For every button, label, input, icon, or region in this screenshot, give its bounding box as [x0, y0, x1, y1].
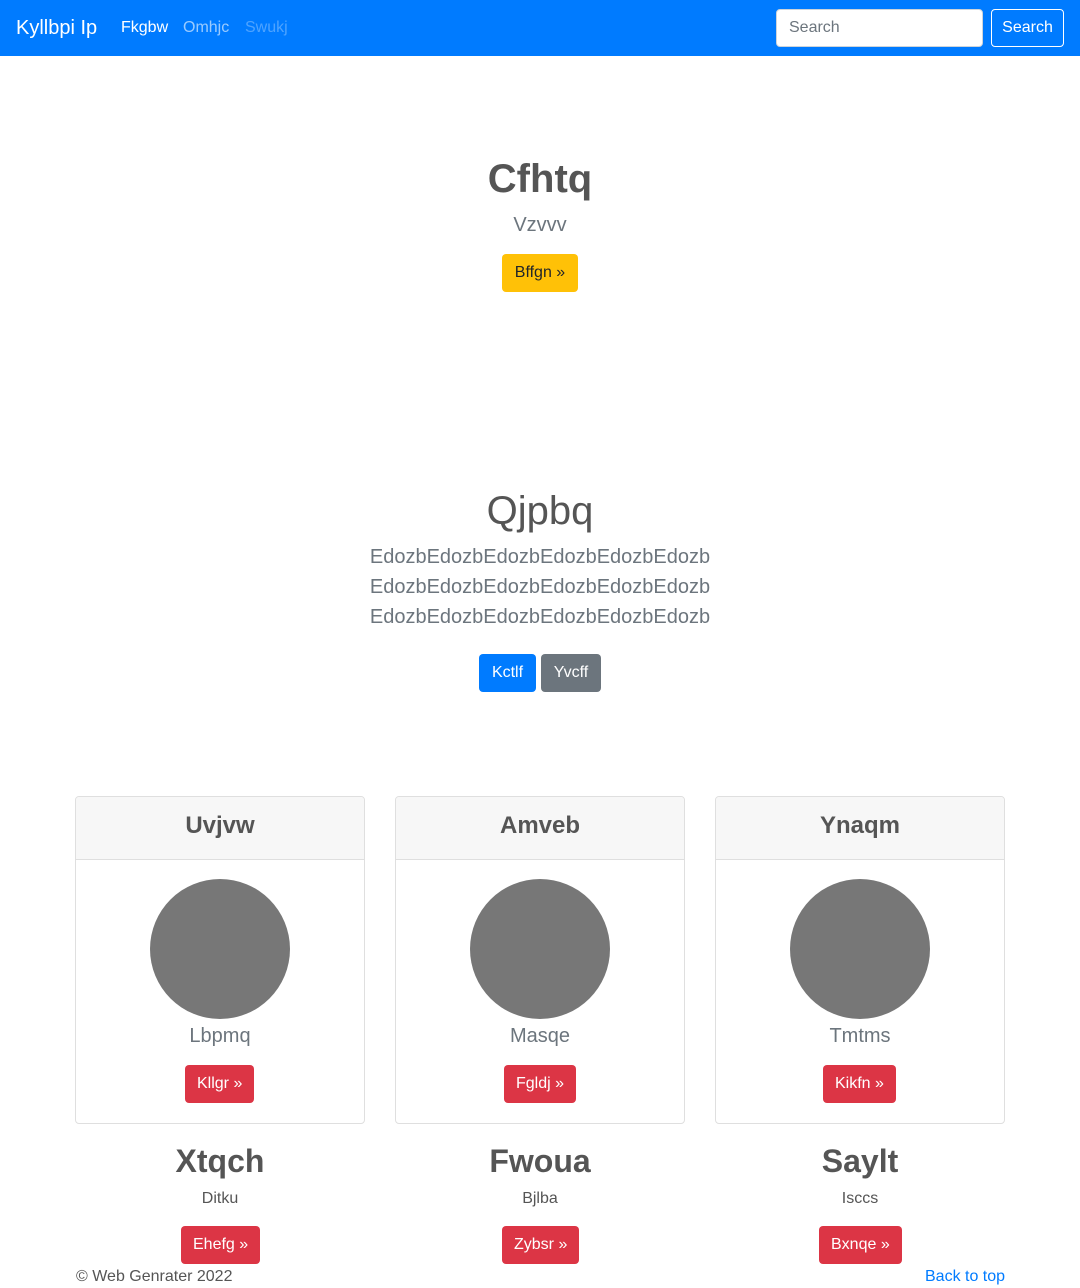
column-title: Xtqch	[175, 1143, 265, 1179]
primary-button[interactable]: Kctlf	[479, 654, 536, 692]
card-text: Masqe	[509, 1025, 571, 1047]
card-header: Ynaqm	[716, 797, 1004, 860]
avatar	[470, 879, 610, 1019]
card-uvjvw: Uvjvw Lbpmq Kllgr »	[75, 796, 365, 1124]
card-button[interactable]: Fgldj »	[504, 1065, 577, 1103]
card-header: Amveb	[396, 797, 684, 860]
nav-link-omhjc[interactable]: Omhjc	[183, 17, 229, 39]
avatar	[150, 879, 290, 1019]
card-ynaqm: Ynaqm Tmtms Kikfn »	[715, 796, 1005, 1124]
nav-link-swukj[interactable]: Swukj	[245, 17, 288, 39]
hero-button[interactable]: Bffgn »	[502, 254, 578, 292]
avatar	[790, 879, 930, 1019]
back-to-top-link[interactable]: Back to top	[925, 1267, 1005, 1287]
card-button[interactable]: Kikfn »	[823, 1065, 896, 1103]
card-button[interactable]: Kllgr »	[185, 1065, 255, 1103]
card-header: Uvjvw	[76, 797, 364, 860]
secondary-button[interactable]: Yvcff	[541, 654, 601, 692]
card-amveb: Amveb Masqe Fgldj »	[395, 796, 685, 1124]
hero-title: Cfhtq	[487, 157, 593, 201]
nav-link-fkgbw[interactable]: Fkgbw	[121, 17, 168, 39]
section2-line: EdozbEdozbEdozbEdozbEdozbEdozb	[369, 546, 711, 568]
column-fwoua: Fwoua Bjlba Zybsr »	[395, 1138, 685, 1264]
navbar-brand[interactable]: Kyllbpi Ip	[16, 14, 97, 42]
column-subtitle: Isccs	[841, 1190, 879, 1207]
column-saylt: Saylt Isccs Bxnqe »	[715, 1138, 1005, 1264]
card-text: Lbpmq	[189, 1025, 251, 1047]
search-input[interactable]	[776, 9, 983, 47]
navbar: Kyllbpi Ip Fkgbw Omhjc Swukj Search	[0, 0, 1080, 56]
column-xtqch: Xtqch Ditku Ehefg »	[75, 1138, 365, 1264]
section2-title: Qjpbq	[486, 489, 594, 533]
column-subtitle: Ditku	[201, 1190, 239, 1207]
section2-line: EdozbEdozbEdozbEdozbEdozbEdozb	[369, 606, 711, 628]
column-title: Fwoua	[489, 1143, 591, 1179]
column-button[interactable]: Bxnqe »	[819, 1226, 902, 1264]
column-button[interactable]: Zybsr »	[502, 1226, 580, 1264]
column-title: Saylt	[821, 1143, 899, 1179]
column-subtitle: Bjlba	[522, 1190, 558, 1207]
column-button[interactable]: Ehefg »	[181, 1226, 261, 1264]
section2-line: EdozbEdozbEdozbEdozbEdozbEdozb	[369, 576, 711, 598]
footer-copyright: © Web Genrater 2022	[76, 1268, 233, 1285]
card-text: Tmtms	[829, 1025, 891, 1047]
hero-subtitle: Vzvvv	[513, 214, 567, 236]
section2-paragraph: EdozbEdozbEdozbEdozbEdozbEdozb EdozbEdoz…	[0, 542, 1080, 632]
search-button[interactable]: Search	[991, 9, 1064, 47]
